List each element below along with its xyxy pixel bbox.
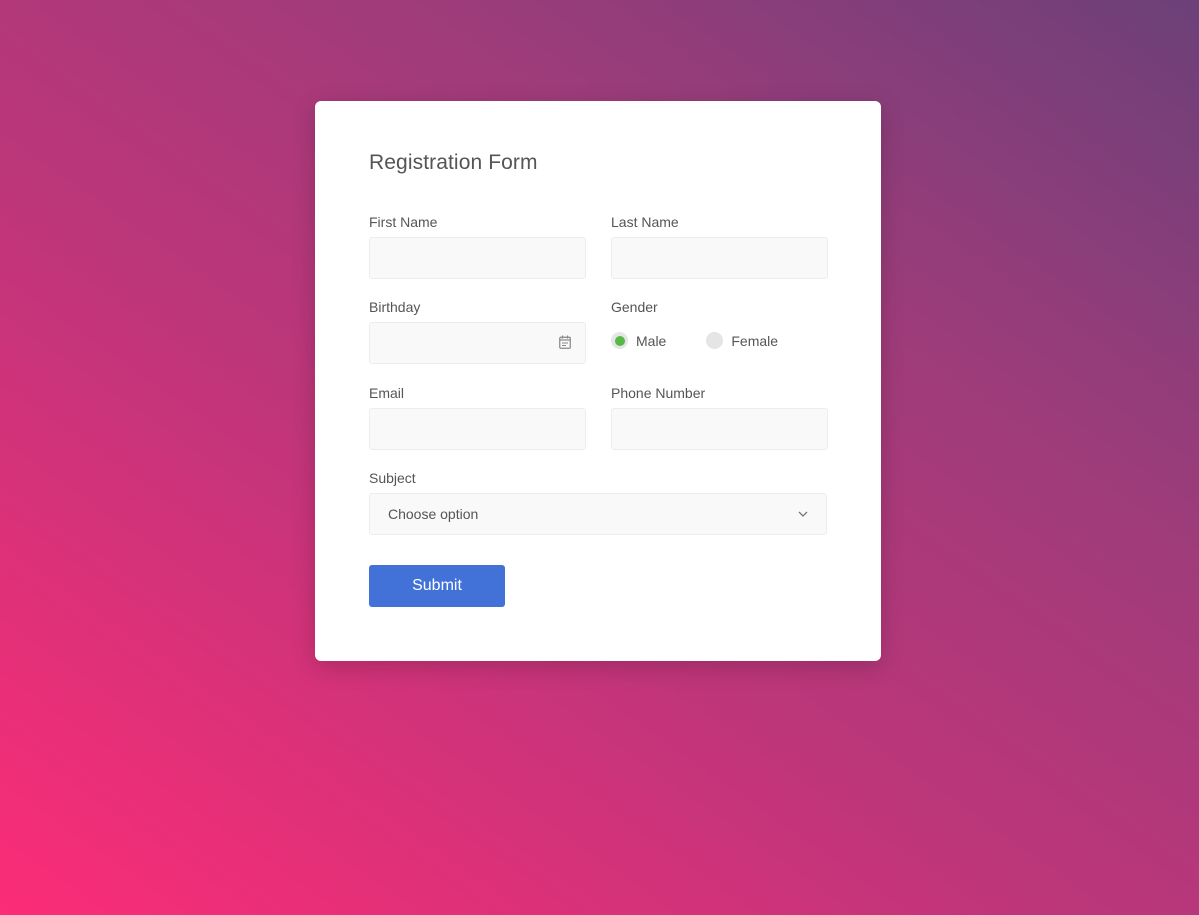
- first-name-input[interactable]: [369, 237, 586, 279]
- subject-selected-value: Choose option: [388, 506, 479, 522]
- gender-radio-female[interactable]: Female: [706, 332, 778, 349]
- gender-label: Gender: [611, 299, 658, 315]
- subject-select[interactable]: Choose option: [369, 493, 827, 535]
- last-name-field: Last Name: [611, 214, 828, 279]
- birthday-field: Birthday: [369, 299, 586, 364]
- birthday-input[interactable]: [369, 322, 586, 364]
- first-name-field: First Name: [369, 214, 586, 279]
- gender-male-label[interactable]: Male: [636, 333, 666, 349]
- calendar-icon[interactable]: [559, 335, 571, 349]
- subject-label: Subject: [369, 470, 416, 486]
- registration-card: Registration Form First Name Last Name B…: [315, 101, 881, 661]
- first-name-label: First Name: [369, 214, 438, 230]
- email-field: Email: [369, 385, 586, 450]
- email-input[interactable]: [369, 408, 586, 450]
- gender-field: Gender Male Female: [611, 299, 818, 349]
- submit-button[interactable]: Submit: [369, 565, 505, 607]
- last-name-label: Last Name: [611, 214, 679, 230]
- radio-checked-icon[interactable]: [611, 332, 628, 349]
- gender-radio-male[interactable]: Male: [611, 332, 666, 349]
- radio-unchecked-icon[interactable]: [706, 332, 724, 349]
- chevron-down-icon[interactable]: [798, 511, 808, 517]
- phone-label: Phone Number: [611, 385, 706, 401]
- birthday-label: Birthday: [369, 299, 421, 315]
- phone-input[interactable]: [611, 408, 828, 450]
- email-label: Email: [369, 385, 405, 401]
- gender-female-label[interactable]: Female: [731, 333, 778, 349]
- last-name-input[interactable]: [611, 237, 828, 279]
- form-title: Registration Form: [369, 151, 538, 174]
- gender-radio-group: Male Female: [611, 332, 818, 349]
- phone-field: Phone Number: [611, 385, 828, 450]
- subject-field: Subject Choose option: [369, 470, 827, 535]
